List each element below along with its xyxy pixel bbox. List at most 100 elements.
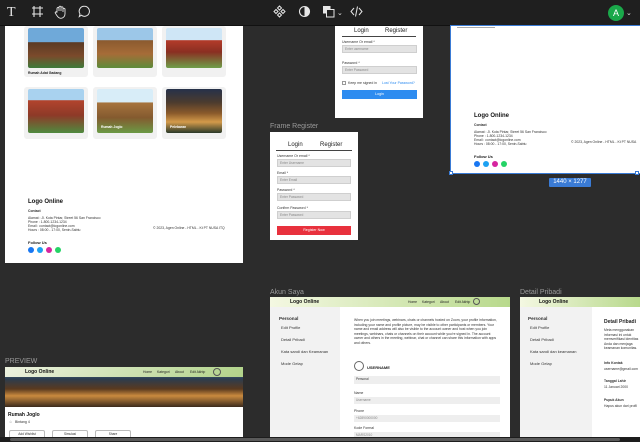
frame-label[interactable]: Detail Pribadi: [520, 289, 562, 296]
register-button[interactable]: Register Now: [277, 226, 351, 235]
divider: [457, 27, 495, 28]
house-image: [166, 28, 222, 68]
preview-frame[interactable]: Logo Online Home Kategori About Edit Akh…: [5, 367, 243, 442]
tanggal-lahir-value: 11 Januari 2000: [604, 385, 629, 389]
desktop-frame[interactable]: Logo Online Contact Alamat : Jl. Kota Pi…: [450, 25, 640, 174]
component-icon[interactable]: [273, 5, 286, 18]
house-card[interactable]: Rumah Joglo: [93, 87, 157, 139]
house-card[interactable]: [93, 26, 157, 77]
chevron-down-icon[interactable]: ⌄: [626, 6, 632, 22]
tab-register[interactable]: Register: [320, 142, 342, 148]
navbar: Logo Online: [520, 297, 640, 307]
facebook-icon[interactable]: [474, 161, 480, 167]
contact-heading: Contact: [474, 123, 487, 127]
navbar-logo: Logo Online: [290, 299, 320, 305]
sidebar-item-detail-pribadi[interactable]: Detail Pribadi: [530, 337, 554, 342]
twitter-icon[interactable]: [483, 161, 489, 167]
nav-link-kategori[interactable]: Kategori: [422, 300, 435, 304]
confirm-password-input[interactable]: Enter Password: [277, 211, 351, 219]
star-icon: ☆: [9, 420, 13, 424]
home-frame[interactable]: Rumah Adat Gadang Rumah Joglo Pelebaran …: [5, 26, 243, 263]
resize-handle[interactable]: [449, 171, 453, 175]
tab-underline: [342, 36, 416, 37]
design-canvas[interactable]: T ⌄ A ⌄ Rumah Adat Gadang Rumah Joglo Pe…: [0, 0, 640, 442]
code-icon[interactable]: [350, 5, 363, 18]
house-card[interactable]: [24, 87, 88, 139]
avatar[interactable]: A: [608, 5, 624, 21]
password-input[interactable]: Enter Password: [277, 193, 351, 201]
tab-register[interactable]: Register: [385, 28, 407, 34]
navbar: Logo Online Home Kategori About Edit Akh…: [270, 297, 510, 307]
frame-label[interactable]: Akun Saya: [270, 289, 304, 296]
akun-frame[interactable]: Logo Online Home Kategori About Edit Akh…: [270, 297, 510, 442]
follow-heading: Follow Us: [28, 240, 47, 245]
info-kontak-value: username@gmail.com: [604, 367, 638, 371]
nav-link-home[interactable]: Home: [408, 300, 417, 304]
kode-label: Kode Formal: [354, 426, 375, 430]
password-input[interactable]: Enter Password: [342, 66, 417, 74]
navbar-logo: Logo Online: [25, 369, 55, 375]
tab-login[interactable]: Login: [288, 142, 303, 148]
resize-handle[interactable]: [635, 171, 639, 175]
house-caption: Pelebaran: [170, 125, 187, 129]
name-input[interactable]: Username: [354, 397, 500, 404]
lost-password-link[interactable]: Lost Your Password?: [382, 81, 415, 85]
user-icon[interactable]: [473, 298, 480, 305]
frame-label[interactable]: Frame Register: [270, 123, 318, 130]
house-caption: Rumah Adat Gadang: [28, 71, 62, 75]
sidebar-item-mode-gelap[interactable]: Mode Gelap: [281, 361, 303, 366]
register-frame[interactable]: Login Register Username Or email * Enter…: [270, 132, 358, 240]
sidebar-item-keamanan[interactable]: Kata sandi dan keamanan: [530, 349, 576, 354]
nav-link-edit[interactable]: Edit Akhtp: [455, 300, 470, 304]
whatsapp-icon[interactable]: [55, 247, 61, 253]
page-title: Detail Pribadi: [604, 319, 636, 325]
tab-login[interactable]: Login: [354, 28, 369, 34]
facebook-icon[interactable]: [28, 247, 34, 253]
pupuk-akun-value: Hapus akun dari profil: [604, 404, 637, 408]
hand-icon[interactable]: [54, 5, 67, 19]
twitter-icon[interactable]: [37, 247, 43, 253]
scrollbar-thumb[interactable]: [10, 438, 620, 441]
phone-input[interactable]: +62890000000: [354, 415, 500, 422]
nav-link-about[interactable]: About: [175, 370, 184, 374]
keep-signed-checkbox[interactable]: [342, 81, 346, 85]
sidebar-item-edit-profile[interactable]: Edit Profile: [281, 325, 300, 330]
username-input[interactable]: Enter username: [342, 45, 417, 53]
nav-link-about[interactable]: About: [440, 300, 449, 304]
sidebar-item-detail-pribadi[interactable]: Detail Pribadi: [281, 337, 305, 342]
sidebar-item-keamanan[interactable]: Kata sandi dan Keamanan: [281, 349, 328, 354]
house-caption: Rumah Joglo: [101, 125, 123, 129]
intro-text: When you join meetings, webinars, chats …: [354, 318, 497, 345]
product-title: Rumah Joglo: [8, 412, 40, 418]
frame-tool-icon[interactable]: [31, 5, 44, 18]
contrast-icon[interactable]: [298, 5, 311, 18]
horizontal-scrollbar[interactable]: [0, 437, 640, 442]
instagram-icon[interactable]: [46, 247, 52, 253]
nav-link-edit[interactable]: Edit Akhtp: [190, 370, 205, 374]
comment-icon[interactable]: [78, 5, 91, 18]
sidebar-item-mode-gelap[interactable]: Mode Gelap: [530, 361, 552, 366]
password-label: Password *: [342, 61, 360, 65]
text-tool-icon[interactable]: T: [7, 5, 16, 21]
dimension-badge: 1440 × 1277: [549, 178, 591, 187]
frame-label[interactable]: PREVIEW: [5, 358, 37, 365]
sidebar-item-edit-profile[interactable]: Edit Profile: [530, 325, 549, 330]
email-label: Email *: [277, 171, 289, 175]
chevron-down-icon[interactable]: ⌄: [337, 6, 343, 22]
nav-link-home[interactable]: Home: [143, 370, 152, 374]
intro-text: Meta menggunakan informasi ini untuk mem…: [604, 328, 639, 350]
email-input[interactable]: Enter Email: [277, 176, 351, 184]
house-card[interactable]: [162, 26, 226, 77]
username-input[interactable]: Enter Username: [277, 159, 351, 167]
nav-link-kategori[interactable]: Kategori: [157, 370, 170, 374]
login-button[interactable]: Login: [342, 90, 417, 99]
instagram-icon[interactable]: [492, 161, 498, 167]
detail-pribadi-frame[interactable]: Logo Online Personal Edit Profile Detail…: [520, 297, 640, 442]
user-icon[interactable]: [213, 368, 221, 376]
login-frame[interactable]: Login Register Username Or email * Enter…: [335, 26, 423, 118]
whatsapp-icon[interactable]: [501, 161, 507, 167]
sidebar-heading: Personal: [528, 316, 548, 321]
house-card[interactable]: Rumah Adat Gadang: [24, 26, 88, 77]
boolean-icon[interactable]: [322, 5, 335, 18]
house-card[interactable]: Pelebaran: [162, 87, 226, 139]
